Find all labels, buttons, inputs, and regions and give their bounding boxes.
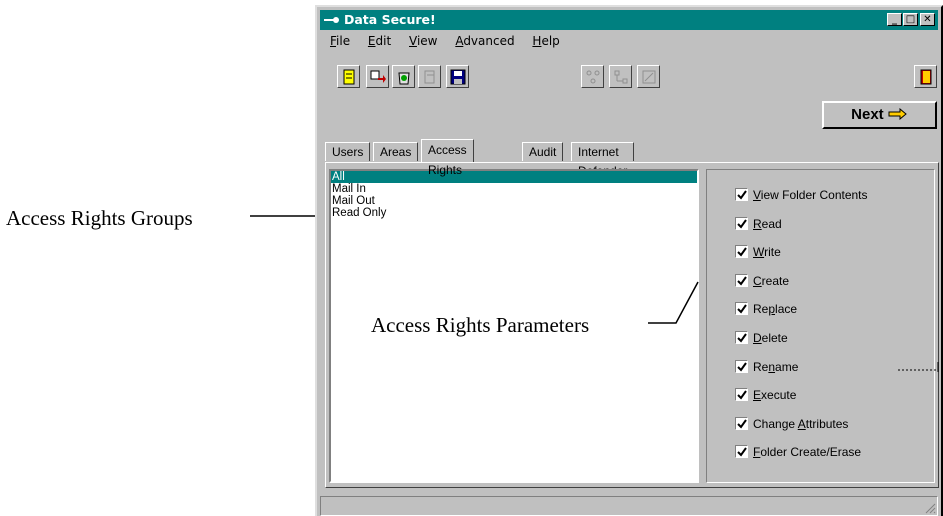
parameter-label: View Folder Contents xyxy=(753,188,868,202)
checkmark-icon xyxy=(737,333,747,343)
app-window: Data Secure! _ □ ✕ File Edit View Advanc… xyxy=(315,5,943,516)
tab-audit[interactable]: Audit xyxy=(522,142,564,161)
checkbox[interactable] xyxy=(735,188,748,201)
checkmark-icon xyxy=(737,219,747,229)
access-rights-parameters-callout: Access Rights Parameters xyxy=(371,313,590,337)
parameter-label: Execute xyxy=(753,388,797,403)
disabled-doc-icon[interactable] xyxy=(418,65,441,88)
checkbox[interactable] xyxy=(735,331,748,344)
network-icon-1[interactable] xyxy=(581,65,604,88)
list-item[interactable]: Read Only xyxy=(331,207,697,219)
checkbox[interactable] xyxy=(735,273,748,287)
groups-callout-line xyxy=(250,215,318,217)
title-bar[interactable]: Data Secure! _ □ ✕ xyxy=(320,10,938,30)
recycle-icon[interactable] xyxy=(392,65,415,88)
checkmark-icon xyxy=(737,362,747,372)
book-icon[interactable] xyxy=(337,65,360,88)
pointing-hand-icon xyxy=(888,107,907,121)
menu-help[interactable]: Help xyxy=(532,34,559,48)
menu-advanced[interactable]: Advanced xyxy=(455,34,514,48)
parameter-label: Change Attributes xyxy=(753,416,849,431)
parameter-label: Create xyxy=(753,273,790,288)
minimize-icon[interactable]: _ xyxy=(887,13,902,26)
transfer-icon[interactable] xyxy=(366,65,389,88)
tab-internet-defender[interactable]: Internet Defender xyxy=(571,142,635,178)
tab-areas[interactable]: Areas xyxy=(373,142,419,161)
parameter-label: Rename xyxy=(753,359,799,374)
tab-users[interactable]: Users xyxy=(325,142,371,161)
next-button-label: Next xyxy=(851,106,884,123)
access-rights-parameters: View Folder Contents Read Write Create Repla… xyxy=(706,169,935,483)
window-title: Data Secure! xyxy=(344,12,436,27)
checkmark-icon xyxy=(737,247,747,257)
checkbox[interactable] xyxy=(735,388,748,402)
parameter-label: Write xyxy=(753,245,781,260)
checkmark-icon xyxy=(737,304,747,314)
exit-door-icon[interactable] xyxy=(914,65,937,88)
dotted-leader-line xyxy=(898,362,939,372)
checkmark-icon xyxy=(737,447,747,457)
checkbox[interactable] xyxy=(735,245,748,259)
restore-icon[interactable]: □ xyxy=(903,13,918,26)
checkmark-icon xyxy=(737,419,747,429)
checkmark-icon xyxy=(737,190,747,200)
menu-edit[interactable]: Edit xyxy=(368,34,391,48)
close-icon[interactable]: ✕ xyxy=(920,13,935,26)
checkbox[interactable] xyxy=(735,359,748,373)
params-callout-line xyxy=(648,281,699,324)
network-icon-2[interactable] xyxy=(609,65,632,88)
access-rights-groups-callout: Access Rights Groups xyxy=(6,206,193,230)
menu-file[interactable]: File xyxy=(330,34,350,48)
list-item[interactable]: Mail In xyxy=(331,183,697,195)
list-item[interactable]: All xyxy=(331,171,697,183)
parameter-label: Read xyxy=(753,216,782,231)
checkmark-icon xyxy=(737,390,747,400)
status-bar xyxy=(320,496,938,516)
resize-grip-icon[interactable] xyxy=(924,502,936,514)
parameter-label: Delete xyxy=(753,331,788,345)
menu-view[interactable]: View xyxy=(409,34,437,48)
save-disk-icon[interactable] xyxy=(446,65,469,88)
checkmark-icon xyxy=(737,276,747,286)
tab-access-rights[interactable]: Access Rights xyxy=(421,139,474,177)
checkbox[interactable] xyxy=(735,416,748,430)
checkbox[interactable] xyxy=(735,445,748,459)
checkbox[interactable] xyxy=(735,216,748,230)
key-icon xyxy=(324,17,339,23)
list-item[interactable]: Mail Out xyxy=(331,195,697,207)
next-button[interactable]: Next xyxy=(822,101,937,129)
parameter-label: Folder Create/Erase xyxy=(753,445,862,460)
checkbox[interactable] xyxy=(735,302,748,316)
parameter-label: Replace xyxy=(753,302,798,317)
menu-bar: File Edit View Advanced Help xyxy=(320,34,564,52)
network-icon-3[interactable] xyxy=(637,65,660,88)
